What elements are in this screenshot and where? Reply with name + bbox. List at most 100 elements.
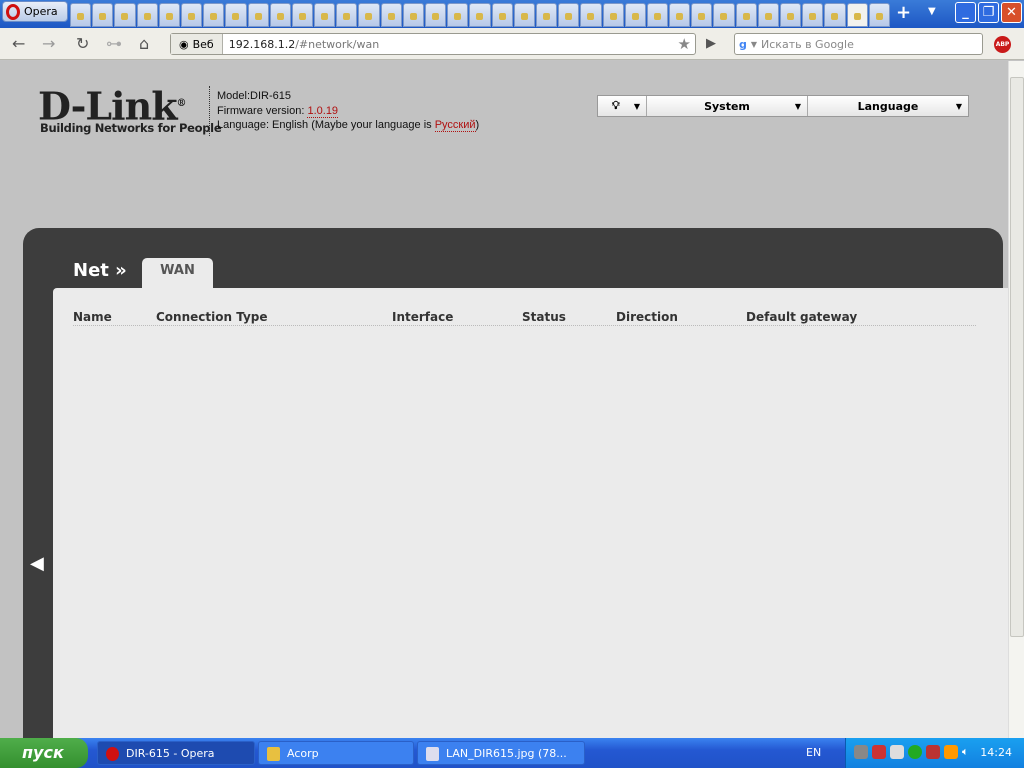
browser-tab[interactable] [624,3,646,27]
task-label: DIR-615 - Opera [126,747,215,760]
scheme-badge[interactable]: ◉ Веб [171,34,223,54]
language-suggest-link[interactable]: Русский [434,119,476,132]
flag-icon[interactable] [926,745,940,759]
browser-tab[interactable] [469,3,491,27]
browser-tab[interactable] [114,3,136,27]
browser-tab[interactable] [180,3,203,27]
go-icon[interactable]: ▶ [706,36,716,51]
browser-tab[interactable] [336,3,358,27]
task-opera[interactable]: DIR-615 - Opera [97,741,255,765]
clock[interactable]: 14:24 [980,746,1012,759]
url-host: 192.168.1.2 [228,37,296,51]
browser-tab[interactable] [713,3,735,27]
system-label: System [704,99,750,113]
firmware-label: Firmware version: [217,104,308,117]
browser-tab[interactable] [757,3,779,27]
table-header: Name Connection Type Interface Status Di… [73,310,976,326]
task-acorp[interactable]: Acorp [258,741,414,765]
task-image[interactable]: LAN_DIR615.jpg (78... [417,741,585,765]
close-button[interactable]: ✕ [1001,2,1022,23]
bookmark-star-icon[interactable]: ★ [678,35,691,53]
browser-tab[interactable] [780,3,802,27]
mail-icon[interactable] [890,745,904,759]
browser-tab[interactable] [380,3,402,27]
reload-icon[interactable]: ↻ [76,34,89,53]
antivirus-icon[interactable] [872,745,886,759]
maximize-button[interactable]: ❐ [978,2,999,23]
language-text: Language: English (Maybe your language i… [217,119,435,131]
browser-tab[interactable] [868,3,890,27]
browser-tab[interactable] [824,3,846,27]
home-icon[interactable]: ⌂ [139,34,149,53]
volume-icon[interactable]: 🔈︎ [962,745,976,759]
browser-tab[interactable] [491,3,513,27]
start-button[interactable]: пуск [0,738,88,768]
forward-icon[interactable]: → [42,34,55,53]
browser-tab[interactable] [314,3,336,27]
browser-tab[interactable] [225,3,247,27]
browser-tab[interactable] [402,3,424,27]
collapse-arrow-icon[interactable]: ◀ [30,553,44,574]
browser-tab[interactable] [247,3,269,27]
opera-menu-button[interactable]: Opera [2,1,68,22]
browser-tab[interactable] [203,3,225,27]
system-tray: 🔈︎ 14:24 [845,738,1024,768]
tab-strip [70,3,890,27]
language-label: Language [857,99,919,113]
browser-tab[interactable] [358,3,380,27]
browser-tab[interactable] [580,3,602,27]
column-connection-type: Connection Type [156,310,268,324]
browser-tab[interactable] [669,3,691,27]
opera-icon [106,747,119,761]
firmware-link[interactable]: 1.0.19 [307,104,339,118]
tips-dropdown[interactable]: 💡︎ ▼ [598,96,647,116]
browser-tab[interactable] [513,3,535,27]
browser-tab[interactable] [691,3,713,27]
address-bar[interactable]: ◉ Веб 192.168.1.2/#network/wan ★ [170,33,696,55]
browser-tab[interactable] [735,3,757,27]
url-text[interactable]: 192.168.1.2/#network/wan [223,38,380,51]
section-title[interactable]: Net » [73,260,127,281]
content-panel: Net » WAN ◀ Name Connection Type Interfa… [23,228,1008,738]
lightbulb-icon: 💡︎ [612,99,620,112]
browser-tab[interactable] [425,3,447,27]
top-menu: 💡︎ ▼ System ▼ Language ▼ [597,95,969,117]
column-default-gateway: Default gateway [746,310,858,324]
column-status: Status [522,310,566,324]
network-icon[interactable] [854,745,868,759]
browser-tab[interactable] [158,3,180,27]
minimize-button[interactable]: _ [955,2,976,23]
browser-tab[interactable] [291,3,314,27]
system-dropdown[interactable]: System ▼ [647,96,808,116]
battery-icon[interactable] [944,745,958,759]
language-dropdown[interactable]: Language ▼ [808,96,968,116]
search-input[interactable]: g ▼ Искать в Google [734,33,983,55]
logo-tagline: Building Networks for People [40,121,222,135]
task-label: Acorp [287,747,319,760]
browser-tab[interactable] [602,3,624,27]
model-text: Model:DIR-615 [217,90,291,102]
new-tab-icon[interactable]: + [896,2,911,23]
browser-tab[interactable] [535,3,558,27]
back-icon[interactable]: ← [12,34,25,53]
scrollbar-thumb[interactable] [1010,77,1024,637]
vertical-scrollbar[interactable] [1008,61,1024,738]
browser-tab[interactable] [558,3,580,27]
browser-tab[interactable] [646,3,669,27]
header-divider [209,86,210,136]
adblock-icon[interactable]: ABP [994,36,1011,53]
key-icon[interactable]: ⊶ [106,34,122,53]
browser-tab[interactable] [136,3,158,27]
browser-tab[interactable] [92,3,114,27]
utorrent-icon[interactable] [908,745,922,759]
browser-tab[interactable] [70,3,92,27]
language-indicator[interactable]: EN [806,746,821,759]
url-path: /#network/wan [295,37,380,51]
browser-tab[interactable] [447,3,469,27]
tab-wan[interactable]: WAN [142,258,213,289]
search-engine-chevron-icon[interactable]: ▼ [751,40,757,49]
tab-menu-chevron-icon[interactable]: ▼ [928,6,936,17]
browser-tab[interactable] [269,3,291,27]
browser-tab[interactable] [802,3,824,27]
browser-tab[interactable] [846,3,868,27]
